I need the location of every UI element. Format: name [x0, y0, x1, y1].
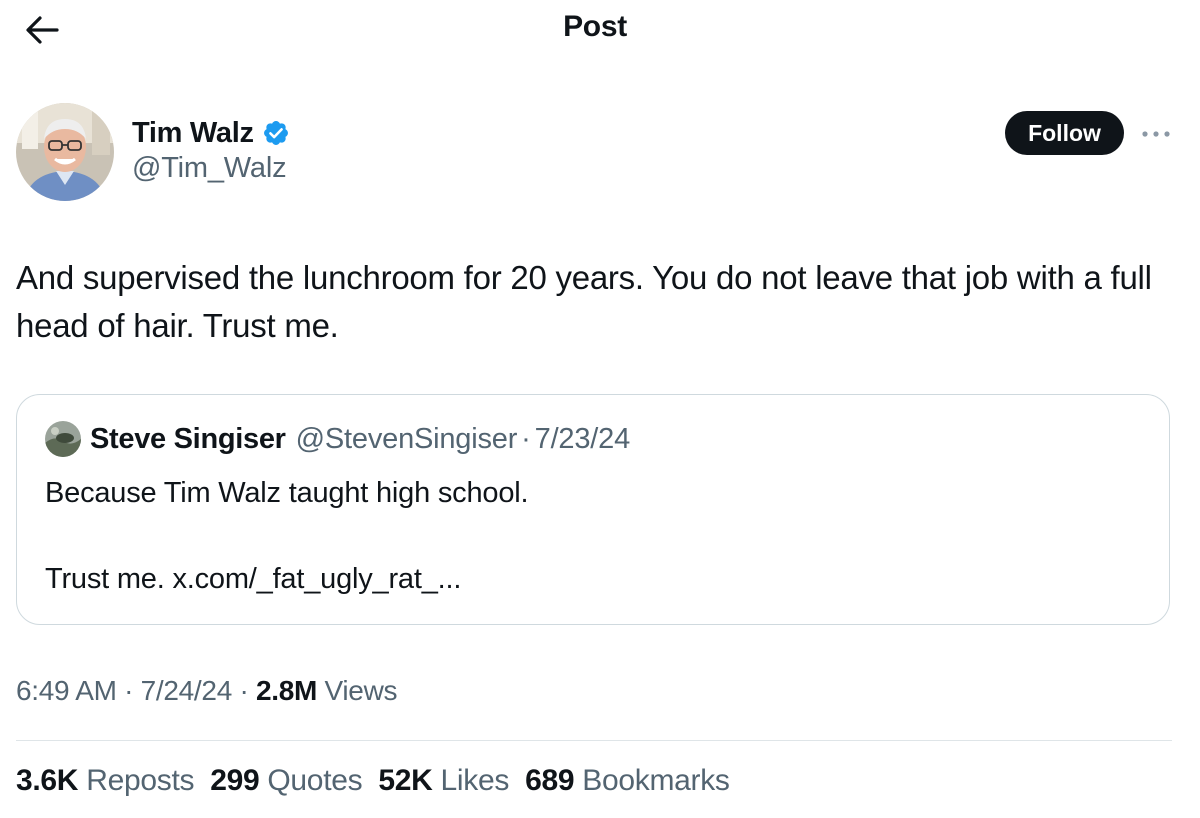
stat-bookmarks[interactable]: 689 Bookmarks: [525, 764, 730, 798]
views-count: 2.8M: [255, 675, 318, 706]
quote-avatar: [45, 421, 81, 457]
stat-label: Reposts: [86, 764, 195, 797]
stat-likes[interactable]: 52K Likes: [378, 764, 509, 798]
follow-button[interactable]: Follow: [1005, 111, 1124, 155]
stat-quotes[interactable]: 299 Quotes: [210, 764, 362, 798]
meta-separator: ·: [239, 675, 249, 706]
quote-author-handle: @StevenSingiser: [295, 422, 518, 455]
post-time[interactable]: 6:49 AM: [16, 675, 117, 706]
more-horizontal-icon: [1142, 131, 1170, 137]
engagement-stats: 3.6K Reposts 299 Quotes 52K Likes 689 Bo…: [16, 764, 746, 798]
meta-separator: ·: [124, 675, 134, 706]
stat-label: Likes: [440, 764, 510, 797]
quote-header: Steve Singiser @StevenSingiser · 7/23/24: [45, 421, 630, 457]
verified-badge-icon: [263, 121, 288, 145]
stat-count: 689: [525, 764, 575, 797]
avatar-image: [16, 103, 114, 201]
stat-label: Bookmarks: [582, 764, 730, 797]
divider: [16, 740, 1172, 741]
views-label: Views: [324, 675, 398, 706]
page-title: Post: [563, 10, 627, 43]
quoted-post-card[interactable]: Steve Singiser @StevenSingiser · 7/23/24…: [16, 394, 1170, 625]
stat-reposts[interactable]: 3.6K Reposts: [16, 764, 194, 798]
avatar[interactable]: [16, 103, 114, 201]
stat-count: 3.6K: [16, 764, 79, 797]
quote-separator: ·: [521, 422, 531, 455]
post-text: And supervised the lunchroom for 20 year…: [16, 259, 1152, 344]
quote-author-name: Steve Singiser: [90, 422, 286, 455]
stat-label: Quotes: [267, 764, 363, 797]
quote-date: 7/23/24: [534, 422, 631, 455]
stat-count: 299: [210, 764, 260, 797]
quote-text-line-1: Because Tim Walz taught high school.: [45, 477, 529, 509]
post-date[interactable]: 7/24/24: [141, 675, 233, 706]
author-name-row: Tim Walz: [132, 113, 290, 153]
author-handle[interactable]: @Tim_Walz: [132, 152, 287, 185]
stat-count: 52K: [378, 764, 433, 797]
post-meta: 6:49 AM · 7/24/24 · 2.8M Views: [16, 675, 398, 707]
more-button[interactable]: [1138, 120, 1174, 148]
author-name[interactable]: Tim Walz: [132, 117, 254, 150]
quote-text-line-2: Trust me. x.com/_fat_ugly_rat_...: [45, 563, 462, 595]
